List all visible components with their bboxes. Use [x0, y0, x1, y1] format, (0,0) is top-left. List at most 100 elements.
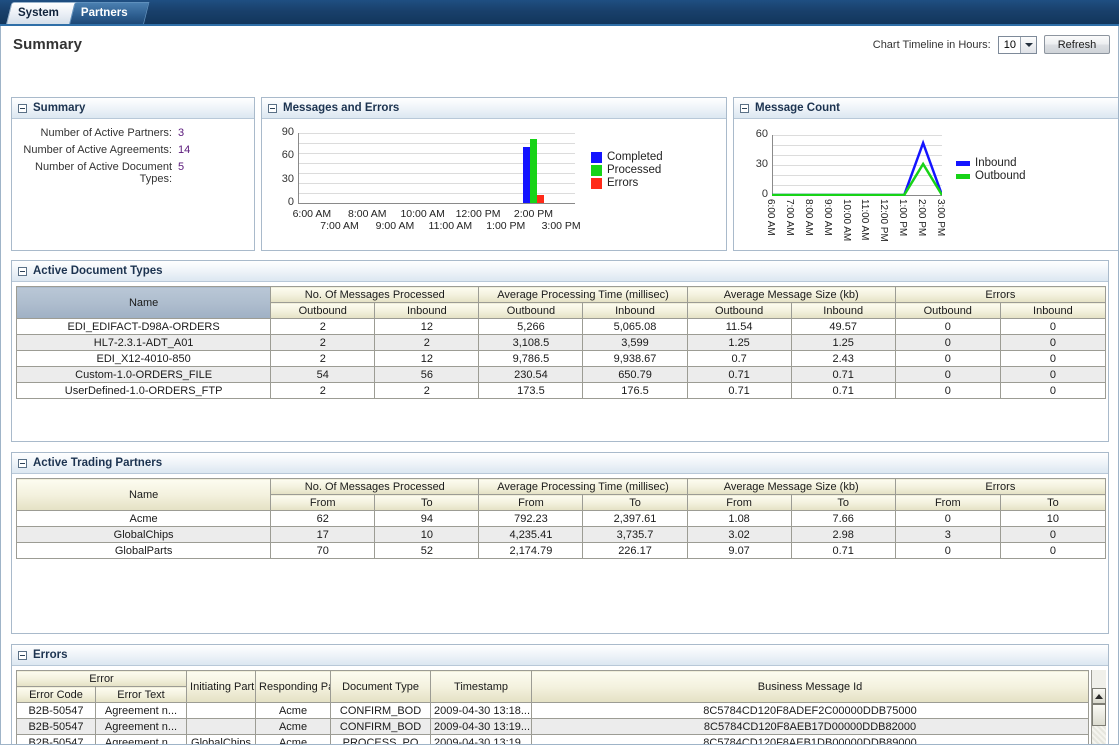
column-header[interactable]: Errors: [894, 286, 1107, 303]
column-subheader[interactable]: To: [790, 494, 896, 511]
table-row[interactable]: GlobalChips 17 10 4,235.41 3,735.7 3.02 2.98 3 0: [15, 526, 1107, 543]
messages-and-errors-panel: Messages and Errors 0 30 60 90 6:00 AM 7:00 A…: [261, 97, 727, 251]
table-cell: 8C5784CD120F8AEB17D00000DDB82000: [531, 718, 1090, 735]
scrollbar-thumb[interactable]: [1092, 704, 1106, 726]
legend-label: Inbound: [975, 157, 1017, 169]
table-cell: 0.71: [790, 542, 896, 559]
column-header[interactable]: Responding Partner: [255, 670, 332, 703]
collapse-box-icon[interactable]: [268, 103, 277, 113]
table-row[interactable]: HL7-2.3.1-ADT_A01 2 2 3,108.5 3,599 1.25 1.25 0…: [15, 334, 1107, 351]
header-controls: Chart Timeline in Hours: 10 Refresh: [873, 35, 1110, 54]
table-cell: 54: [270, 366, 376, 383]
column-subheader[interactable]: Outbound: [686, 302, 792, 319]
column-subheader[interactable]: From: [270, 494, 376, 511]
collapse-box-icon[interactable]: [18, 266, 27, 276]
column-subheader[interactable]: Inbound: [999, 302, 1107, 319]
scroll-up-arrow-icon[interactable]: [1092, 688, 1106, 704]
tab-partners[interactable]: Partners: [68, 2, 150, 24]
table-row[interactable]: Custom-1.0-ORDERS_FILE 54 56 230.54 650.79 0.…: [15, 366, 1107, 383]
column-subheader[interactable]: Outbound: [894, 302, 1001, 319]
table-cell: Agreement n...: [94, 718, 188, 735]
table-cell: 9.07: [686, 542, 792, 559]
table-cell: [186, 702, 257, 719]
column-subheader[interactable]: Inbound: [790, 302, 896, 319]
table-cell: 0.71: [790, 382, 896, 399]
table-cell: 10: [374, 526, 480, 543]
table-cell: 2.98: [790, 526, 896, 543]
table-cell: 650.79: [582, 366, 688, 383]
tab-partners-label: Partners: [80, 7, 128, 19]
column-header[interactable]: Average Processing Time (millisec): [478, 286, 688, 303]
table-row[interactable]: UserDefined-1.0-ORDERS_FTP 2 2 173.5 176.5 0.…: [15, 382, 1107, 399]
x-axis-tick: 6:00 AM: [292, 208, 332, 220]
table-row[interactable]: GlobalParts 70 52 2,174.79 226.17 9.07 0.71 0 0: [15, 542, 1107, 559]
tab-system[interactable]: System: [6, 2, 81, 24]
chevron-down-icon[interactable]: [1020, 36, 1036, 53]
scrollbar-track[interactable]: [1092, 726, 1106, 744]
table-cell: CONFIRM_BOD: [330, 702, 432, 719]
column-subheader[interactable]: Error Text: [94, 686, 188, 703]
table-cell: 226.17: [582, 542, 688, 559]
column-subheader[interactable]: From: [686, 494, 792, 511]
x-axis-tick: 9:00 AM: [375, 220, 415, 232]
table-row[interactable]: B2B-50547 Agreement n... GlobalChips Acme PR…: [16, 734, 1090, 744]
partners-panel-body: Name No. Of Messages Processed Average Pro…: [12, 474, 1108, 633]
column-header[interactable]: Average Processing Time (millisec): [478, 478, 688, 495]
column-header[interactable]: Name: [15, 478, 272, 511]
column-subheader[interactable]: Outbound: [270, 302, 376, 319]
table-row[interactable]: B2B-50547 Agreement n... Acme CONFIRM_BOD 20…: [16, 718, 1090, 735]
column-header[interactable]: Initiating Partner: [186, 670, 257, 703]
chart-timeline-select[interactable]: 10: [997, 35, 1037, 54]
column-header[interactable]: Name: [15, 286, 272, 319]
collapse-box-icon[interactable]: [18, 103, 27, 113]
table-cell: 70: [270, 542, 376, 559]
column-header[interactable]: No. Of Messages Processed: [270, 478, 480, 495]
column-header[interactable]: Average Message Size (kb): [686, 286, 896, 303]
table-row[interactable]: EDI_X12-4010-850 2 12 9,786.5 9,938.67 0.7 2.4…: [15, 350, 1107, 367]
table-row[interactable]: EDI_EDIFACT-D98A-ORDERS 2 12 5,266 5,065.08 1…: [15, 318, 1107, 335]
column-subheader[interactable]: From: [478, 494, 584, 511]
column-subheader[interactable]: To: [374, 494, 480, 511]
table-row[interactable]: Acme 62 94 792.23 2,397.61 1.08 7.66 0 10: [15, 510, 1107, 527]
column-header[interactable]: Document Type: [330, 670, 432, 703]
doctypes-panel-header[interactable]: Active Document Types: [12, 261, 1108, 282]
collapse-box-icon[interactable]: [740, 103, 749, 113]
legend-label: Completed: [607, 151, 663, 163]
errors-panel-header[interactable]: Errors: [12, 645, 1108, 666]
partners-panel-header[interactable]: Active Trading Partners: [12, 453, 1108, 474]
errors-vertical-scrollbar[interactable]: [1091, 670, 1106, 744]
column-header[interactable]: No. Of Messages Processed: [270, 286, 480, 303]
column-subheader[interactable]: Inbound: [374, 302, 480, 319]
column-header[interactable]: Errors: [894, 478, 1107, 495]
column-subheader[interactable]: From: [894, 494, 1001, 511]
column-subheader[interactable]: Outbound: [478, 302, 584, 319]
x-axis-line: [298, 203, 575, 204]
table-cell: GlobalChips: [186, 734, 257, 744]
active-trading-partners-panel: Active Trading Partners Name No. Of Messa…: [11, 452, 1109, 634]
column-subheader[interactable]: To: [582, 494, 688, 511]
x-axis-tick: 1:00 PM: [897, 199, 909, 237]
column-header[interactable]: Average Message Size (kb): [686, 478, 896, 495]
column-header[interactable]: Timestamp: [430, 670, 533, 703]
count-panel-header[interactable]: Message Count: [734, 98, 1118, 119]
summary-panel-header[interactable]: Summary: [12, 98, 254, 119]
table-cell: 2: [270, 318, 376, 335]
column-subheader[interactable]: Error Code: [16, 686, 96, 703]
table-row[interactable]: B2B-50547 Agreement n... Acme CONFIRM_BOD 20…: [16, 702, 1090, 719]
collapse-box-icon[interactable]: [18, 650, 27, 660]
column-subheader[interactable]: To: [999, 494, 1107, 511]
column-subheader[interactable]: Inbound: [582, 302, 688, 319]
column-header[interactable]: Business Message Id: [531, 670, 1090, 703]
messages-panel-header[interactable]: Messages and Errors: [262, 98, 726, 119]
column-header[interactable]: Error: [15, 670, 188, 687]
collapse-box-icon[interactable]: [18, 458, 27, 468]
refresh-button[interactable]: Refresh: [1044, 35, 1110, 54]
active-partners-label: Number of Active Partners:: [40, 127, 172, 139]
y-axis-tick: 30: [281, 172, 294, 185]
table-cell: 2,174.79: [478, 542, 584, 559]
table-cell: [186, 718, 257, 735]
y-axis-tick: 60: [755, 128, 768, 140]
legend-label: Outbound: [975, 170, 1026, 182]
table-cell: 8C5784CD120F8ADEF2C00000DDB75000: [531, 702, 1090, 719]
table-cell: 0: [999, 334, 1107, 351]
